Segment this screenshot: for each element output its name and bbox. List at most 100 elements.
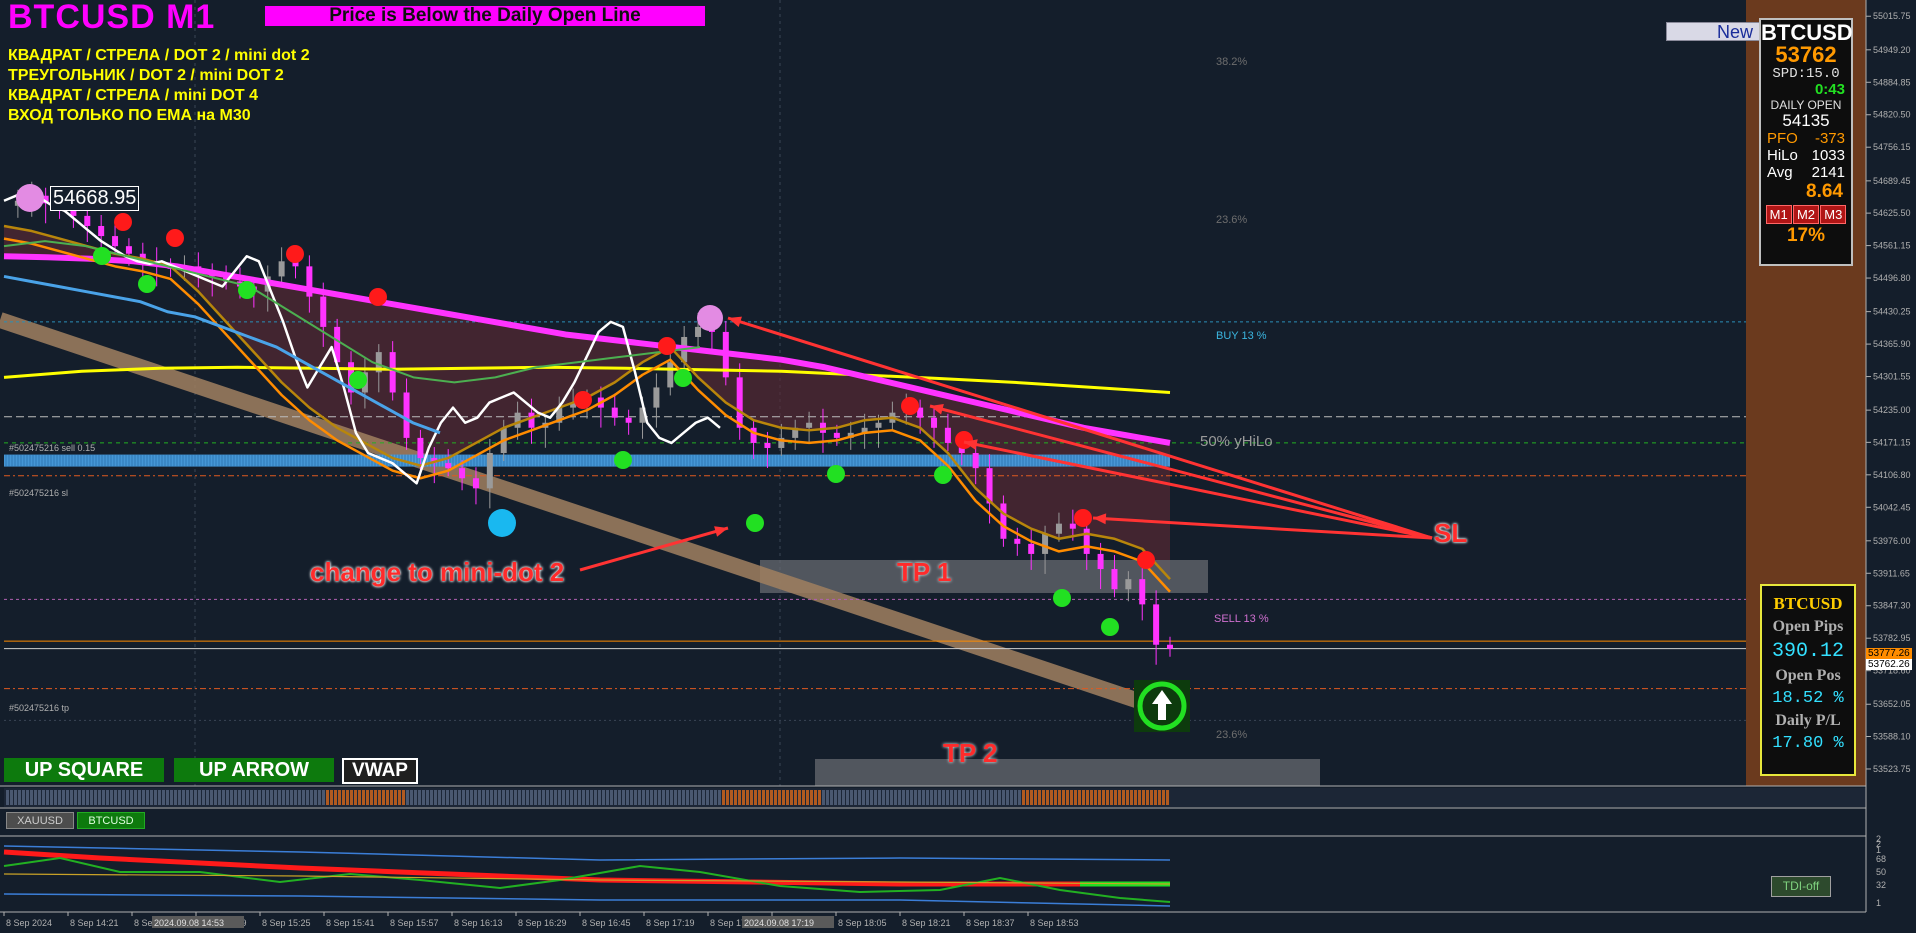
price-box-1: 53777.26 <box>1866 648 1912 659</box>
volume-bar <box>346 790 349 805</box>
volume-bar <box>658 790 661 805</box>
volume-bar <box>490 790 493 805</box>
volume-bar <box>730 790 733 805</box>
volume-bar <box>150 790 153 805</box>
volume-bar <box>478 790 481 805</box>
volume-bar <box>674 790 677 805</box>
candle-body <box>459 468 466 479</box>
volume-bar <box>750 790 753 805</box>
volume-bar <box>486 790 489 805</box>
daily-open-banner: Price is Below the Daily Open Line <box>265 6 705 26</box>
volume-bar <box>258 790 261 805</box>
volume-bar <box>522 790 525 805</box>
tf-button-m3[interactable]: M3 <box>1820 205 1847 224</box>
volume-bar <box>630 790 633 805</box>
volume-bar <box>1166 790 1169 805</box>
tp1-label: TP 1 <box>897 557 952 587</box>
vwap-button[interactable]: VWAP <box>342 758 418 784</box>
volume-bar <box>694 790 697 805</box>
y-tick-label: 54106.80 <box>1873 470 1911 480</box>
x-tick-label: 8 Sep 15:41 <box>326 918 375 928</box>
volume-bar <box>322 790 325 805</box>
sl-callout: SL <box>1434 518 1468 548</box>
volume-bar <box>806 790 809 805</box>
volume-bar <box>210 790 213 805</box>
volume-bar <box>654 790 657 805</box>
volume-bar <box>262 790 265 805</box>
red-signal-dot <box>574 391 592 409</box>
avg-label: Avg <box>1767 164 1793 181</box>
y-tick-label: 53523.75 <box>1873 764 1911 774</box>
volume-bar <box>530 790 533 805</box>
new-button[interactable]: New <box>1666 22 1762 42</box>
subwindow-axis-label: 68 <box>1876 854 1886 864</box>
volume-bar <box>622 790 625 805</box>
volume-bar <box>386 790 389 805</box>
strategy-note: КВАДРАТ / СТРЕЛА / mini DOT 4 <box>8 87 259 104</box>
volume-bar <box>714 790 717 805</box>
volume-bar <box>94 790 97 805</box>
y-tick-label: 54235.00 <box>1873 405 1911 415</box>
volume-bar <box>1030 790 1033 805</box>
volume-bar <box>926 790 929 805</box>
volume-bar <box>1078 790 1081 805</box>
volume-bar <box>166 790 169 805</box>
volume-bar <box>314 790 317 805</box>
candle-body <box>1042 533 1049 554</box>
daily-pl-value: 17.80 % <box>1772 734 1844 753</box>
y-tick-label: 54625.50 <box>1873 208 1911 218</box>
up-arrow-button[interactable]: UP ARROW <box>174 758 334 782</box>
volume-bar <box>802 790 805 805</box>
symbol-tab-btcusd[interactable]: BTCUSD <box>77 812 145 829</box>
volume-bar <box>294 790 297 805</box>
subwindow-axis-label: 2 <box>1876 839 1881 849</box>
volume-bar <box>906 790 909 805</box>
y-tick-label: 54756.15 <box>1873 142 1911 152</box>
candle-body <box>417 437 424 459</box>
volume-bar <box>414 790 417 805</box>
tf-button-m2[interactable]: M2 <box>1792 205 1820 224</box>
volume-bar <box>318 790 321 805</box>
volume-bar <box>178 790 181 805</box>
y-tick-label: 54365.90 <box>1873 339 1911 349</box>
volume-bar <box>158 790 161 805</box>
volume-bar <box>1090 790 1093 805</box>
volume-bar <box>1134 790 1137 805</box>
price-chart[interactable]: 55015.75 54949.20 54884.85 54820.50 54756.15… <box>0 0 1916 933</box>
volume-bar <box>170 790 173 805</box>
candle-body <box>514 412 521 428</box>
symbol-tab-xauusd[interactable]: XAUUSD <box>6 812 74 829</box>
volume-bar <box>306 790 309 805</box>
volume-bar <box>26 790 29 805</box>
volume-bar <box>994 790 997 805</box>
volume-bar <box>558 790 561 805</box>
y-tick-label: 54301.55 <box>1873 372 1911 382</box>
candle-body <box>445 463 452 469</box>
volume-bar <box>250 790 253 805</box>
candle-body <box>764 442 771 448</box>
volume-bar <box>606 790 609 805</box>
fib-top-label: 38.2% <box>1216 56 1248 68</box>
open-pips-label: Open Pips <box>1772 618 1844 635</box>
volume-bar <box>374 790 377 805</box>
order-sell-label: #502475216 sell 0.15 <box>9 443 96 453</box>
avg-value: 2141 <box>1811 164 1845 181</box>
candle-body <box>320 296 327 327</box>
panel-daily-open-label: DAILY OPEN <box>1770 98 1842 112</box>
open-pos-label: Open Pos <box>1775 667 1841 684</box>
volume-bar <box>242 790 245 805</box>
tdi-off-button[interactable]: TDI-off <box>1771 876 1831 897</box>
up-square-button[interactable]: UP SQUARE <box>4 758 164 782</box>
volume-bar <box>650 790 653 805</box>
volume-bar <box>370 790 373 805</box>
candle-body <box>695 326 702 337</box>
volume-bar <box>1146 790 1149 805</box>
volume-bar <box>1158 790 1161 805</box>
y-tick-label: 53652.05 <box>1873 699 1911 709</box>
volume-bar <box>526 790 529 805</box>
tf-button-m1[interactable]: M1 <box>1765 205 1792 224</box>
candle-body <box>806 422 813 428</box>
volume-bar <box>902 790 905 805</box>
volume-bar <box>382 790 385 805</box>
volume-bar <box>682 790 685 805</box>
